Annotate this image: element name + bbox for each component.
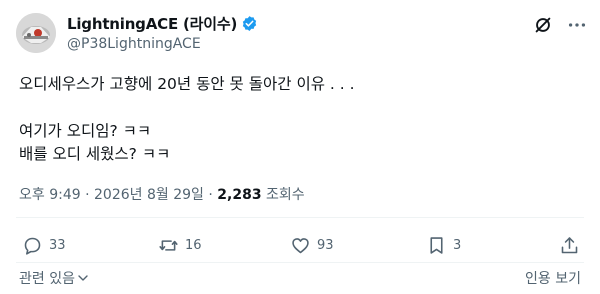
views-count: 2,283 xyxy=(217,187,262,203)
meta-separator: · xyxy=(208,187,218,203)
related-dropdown[interactable]: 관련 있음 xyxy=(19,268,89,288)
like-button[interactable]: 93 xyxy=(290,235,334,256)
meta-separator: · xyxy=(85,187,95,203)
like-count: 93 xyxy=(317,238,334,253)
retweet-icon xyxy=(159,240,178,251)
retweet-count: 16 xyxy=(185,238,202,253)
reply-button[interactable]: 33 xyxy=(22,235,66,256)
more-options-icon[interactable] xyxy=(566,14,588,36)
views-label: 조회수 xyxy=(266,187,305,203)
share-button[interactable] xyxy=(559,235,580,256)
tweet-text-line: 배를 오디 세웠스? ㅋㅋ xyxy=(19,145,171,163)
chevron-down-icon xyxy=(78,275,88,281)
view-quotes-link[interactable]: 인용 보기 xyxy=(525,268,581,288)
reply-count: 33 xyxy=(49,238,66,253)
avatar[interactable] xyxy=(16,13,56,53)
divider xyxy=(16,262,584,263)
retweet-button[interactable]: 16 xyxy=(158,235,202,256)
avatar-image xyxy=(16,13,56,53)
tweet-metadata: 오후 9:49 · 2026년 8월 29일 · 2,283 조회수 xyxy=(19,184,305,204)
heart-icon xyxy=(292,238,309,254)
author-name-row: LightningACE (라이수) xyxy=(67,13,258,33)
bookmark-count: 3 xyxy=(453,238,462,253)
bookmark-icon xyxy=(430,237,443,254)
tweet-time[interactable]: 오후 9:49 xyxy=(19,187,81,203)
bookmark-button[interactable]: 3 xyxy=(426,235,461,256)
author-handle[interactable]: @P38LightningACE xyxy=(67,36,201,52)
tweet-date[interactable]: 2026년 8월 29일 xyxy=(94,187,204,203)
author-display-name[interactable]: LightningACE (라이수) xyxy=(67,13,237,34)
reply-icon xyxy=(24,237,41,255)
grok-icon[interactable] xyxy=(532,14,554,36)
tweet-text-line: 오디세우스가 고향에 20년 동안 못 돌아간 이유 . . . xyxy=(19,75,355,93)
verified-badge-icon xyxy=(242,15,257,31)
related-label: 관련 있음 xyxy=(19,271,75,287)
divider xyxy=(16,217,584,218)
tweet-text-line: 여기가 오디임? ㅋㅋ xyxy=(19,122,152,140)
share-icon xyxy=(561,237,578,254)
